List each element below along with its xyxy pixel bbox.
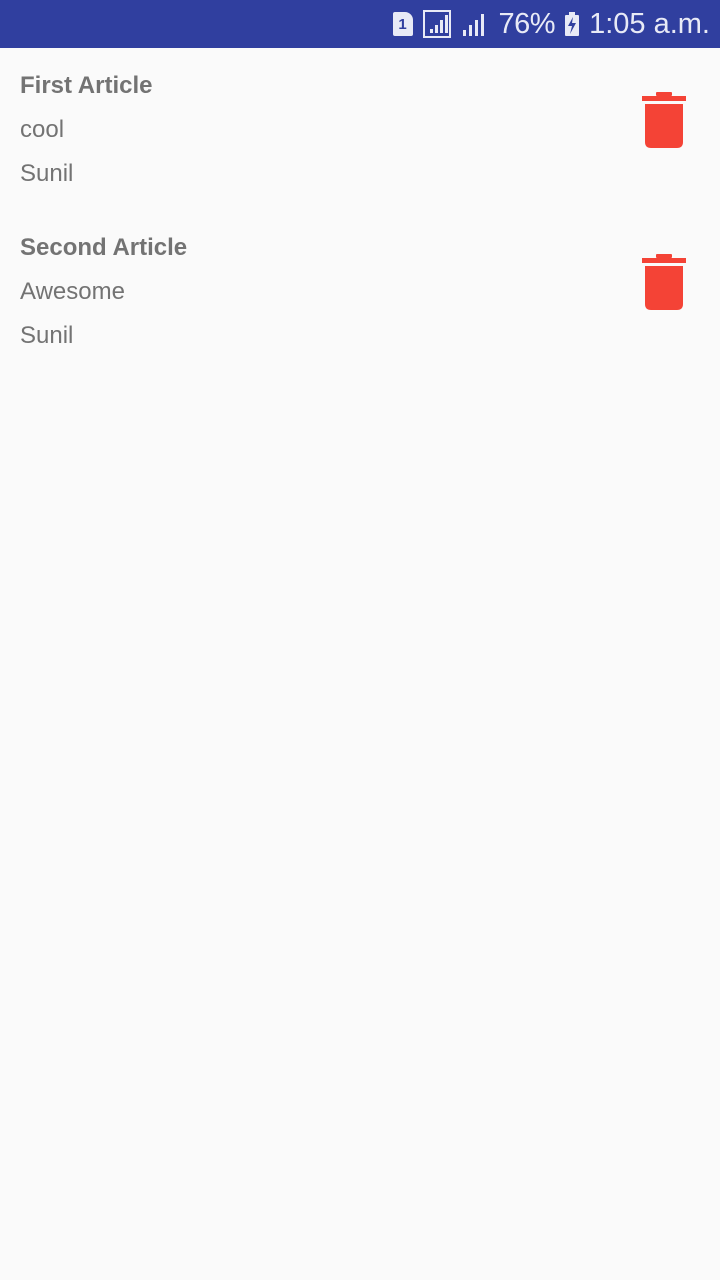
trash-icon[interactable]	[642, 92, 686, 148]
article-title: Second Article	[20, 234, 188, 261]
signal-sim1-icon	[422, 10, 451, 38]
article-list: First Article cool Sunil Second Article …	[0, 48, 720, 372]
list-item[interactable]: First Article cool Sunil	[0, 48, 720, 210]
article-author: Sunil	[20, 160, 74, 187]
battery-percent: 76%	[498, 7, 556, 40]
battery-charging-icon	[565, 12, 580, 36]
sim-card-icon: 1	[392, 12, 413, 36]
article-description: cool	[20, 116, 65, 143]
article-description: Awesome	[20, 278, 125, 305]
status-icons: 1 76% 1:05 a.m.	[392, 0, 710, 48]
article-text: Second Article Awesome Sunil	[20, 230, 187, 362]
article-text: First Article cool Sunil	[20, 68, 152, 200]
status-bar: 1 76% 1:05 a.m.	[0, 0, 720, 48]
delete-article-button[interactable]	[636, 254, 692, 318]
delete-article-button[interactable]	[636, 92, 692, 156]
trash-icon[interactable]	[642, 254, 686, 310]
clock: 1:05 a.m.	[589, 7, 710, 40]
article-title: First Article	[20, 72, 153, 99]
signal-sim2-icon	[462, 14, 484, 36]
sim-slot-number: 1	[398, 15, 407, 33]
article-author: Sunil	[20, 322, 74, 349]
list-item[interactable]: Second Article Awesome Sunil	[0, 210, 720, 372]
